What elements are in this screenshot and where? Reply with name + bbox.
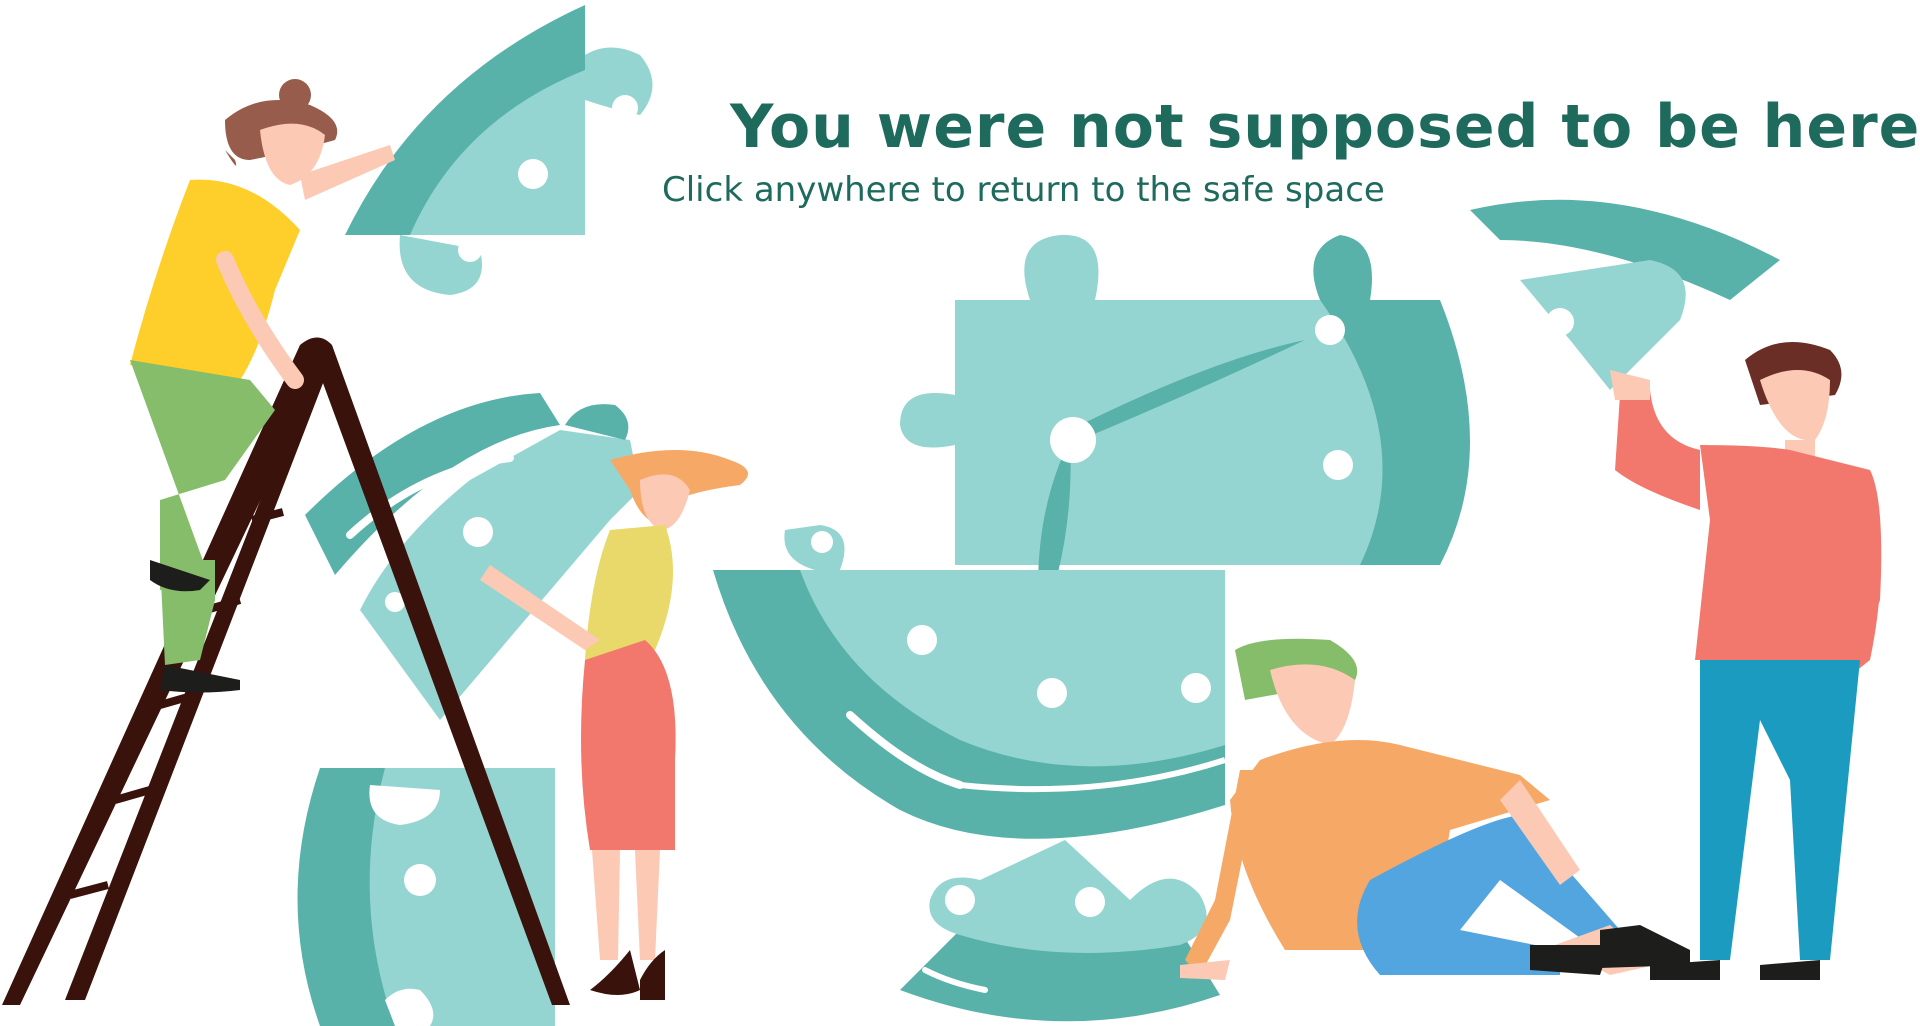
man-sitting — [1180, 638, 1690, 980]
return-instruction[interactable]: Click anywhere to return to the safe spa… — [662, 170, 1385, 210]
puzzle-piece-top-right — [1470, 199, 1780, 390]
return-to-safe-space-area[interactable]: You were not supposed to be here! Click … — [0, 0, 1920, 1026]
page-title: You were not supposed to be here! — [730, 92, 1920, 162]
puzzle-piece-clock-bottom — [713, 525, 1226, 839]
man-standing — [1610, 342, 1882, 980]
woman-on-ladder — [130, 79, 395, 693]
puzzle-piece-bottom-wedge — [900, 840, 1220, 1022]
